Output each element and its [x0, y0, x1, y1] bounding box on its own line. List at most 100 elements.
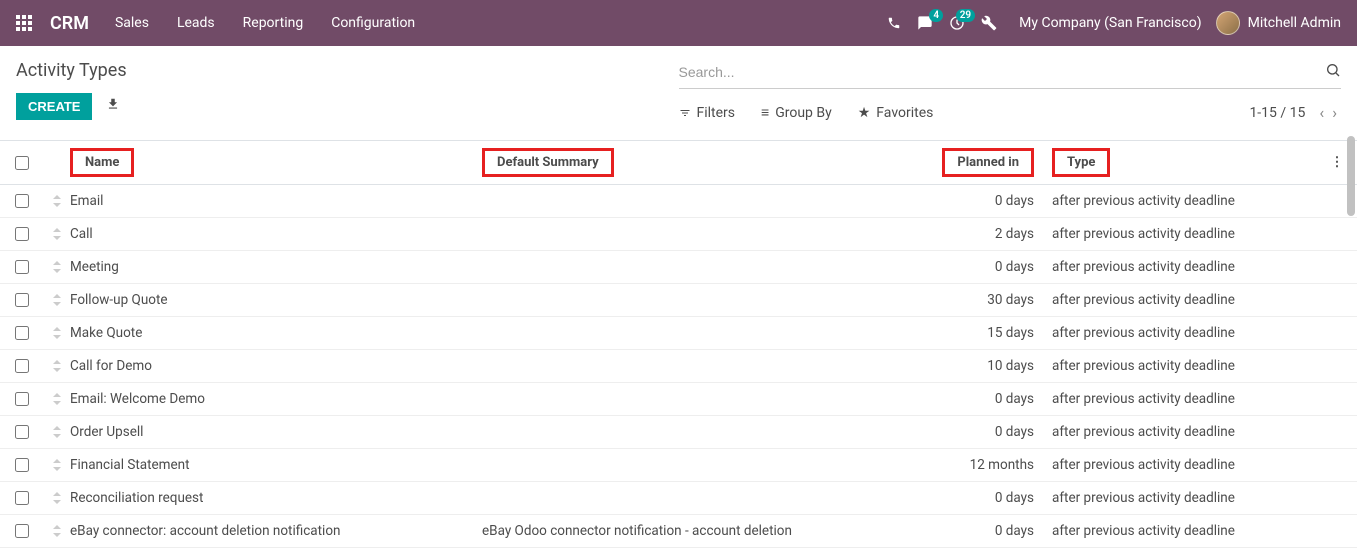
column-summary[interactable]: Default Summary: [482, 148, 614, 177]
scrollbar[interactable]: [1341, 46, 1357, 534]
drag-handle-icon[interactable]: [44, 360, 70, 372]
row-checkbox[interactable]: [15, 524, 29, 538]
groupby-label: Group By: [775, 105, 832, 121]
search-bar[interactable]: [679, 60, 1342, 89]
table-row[interactable]: Email 0 daysafter previous activity deadl…: [0, 185, 1357, 218]
pager-next-icon[interactable]: ›: [1328, 103, 1341, 122]
download-icon[interactable]: [106, 97, 120, 111]
activities-icon[interactable]: 29: [949, 15, 965, 31]
drag-handle-icon[interactable]: [44, 492, 70, 504]
topbar: CRM Sales Leads Reporting Configuration …: [0, 0, 1357, 46]
table-row[interactable]: eBay connector: account deletion notific…: [0, 515, 1357, 548]
cell-name: Financial Statement: [70, 457, 482, 473]
cell-planned: 0 days: [932, 424, 1042, 440]
table-header: Name Default Summary Planned in Type ⋮: [0, 141, 1357, 185]
table-row[interactable]: Follow-up Quote 30 daysafter previous act…: [0, 284, 1357, 317]
cell-planned: 15 days: [932, 325, 1042, 341]
cell-name: Email: [70, 193, 482, 209]
table-row[interactable]: Meeting0 daysafter previous activity dea…: [0, 251, 1357, 284]
drag-handle-icon[interactable]: [44, 393, 70, 405]
create-button[interactable]: CREATE: [16, 93, 92, 120]
cell-type: after previous activity deadline: [1042, 358, 1317, 374]
cell-summary: eBay Odoo connector notification - accou…: [482, 523, 932, 539]
cell-planned: 0 days: [932, 259, 1042, 275]
debug-icon[interactable]: [981, 15, 997, 31]
star-icon: ★: [858, 105, 871, 121]
messages-icon[interactable]: 4: [917, 15, 933, 31]
page-title: Activity Types: [16, 60, 679, 81]
search-icon[interactable]: [1325, 62, 1341, 82]
list-icon: ≡: [761, 104, 769, 121]
control-panel: Activity Types CREATE Filters ≡ Group By…: [0, 46, 1357, 122]
cell-name: eBay connector: account deletion notific…: [70, 523, 482, 539]
nav-leads[interactable]: Leads: [177, 15, 215, 31]
cell-type: after previous activity deadline: [1042, 226, 1317, 242]
drag-handle-icon[interactable]: [44, 261, 70, 273]
table-row[interactable]: Order Upsell0 daysafter previous activit…: [0, 416, 1357, 449]
cell-type: after previous activity deadline: [1042, 292, 1317, 308]
cell-type: after previous activity deadline: [1042, 391, 1317, 407]
row-checkbox[interactable]: [15, 458, 29, 472]
nav-sales[interactable]: Sales: [115, 15, 149, 31]
drag-handle-icon[interactable]: [44, 294, 70, 306]
activities-badge: 29: [956, 9, 975, 22]
row-checkbox[interactable]: [15, 293, 29, 307]
row-checkbox[interactable]: [15, 359, 29, 373]
row-checkbox[interactable]: [15, 326, 29, 340]
cell-type: after previous activity deadline: [1042, 523, 1317, 539]
cell-name: Follow-up Quote: [70, 292, 482, 308]
company-selector[interactable]: My Company (San Francisco): [1019, 15, 1201, 31]
row-checkbox[interactable]: [15, 194, 29, 208]
column-type[interactable]: Type: [1052, 148, 1110, 177]
row-checkbox[interactable]: [15, 491, 29, 505]
cell-type: after previous activity deadline: [1042, 325, 1317, 341]
table-row[interactable]: Call 2 daysafter previous activity deadli…: [0, 218, 1357, 251]
list-view: Name Default Summary Planned in Type ⋮ E…: [0, 140, 1357, 548]
cell-type: after previous activity deadline: [1042, 424, 1317, 440]
drag-handle-icon[interactable]: [44, 525, 70, 537]
drag-handle-icon[interactable]: [44, 195, 70, 207]
cell-type: after previous activity deadline: [1042, 490, 1317, 506]
cell-name: Call for Demo: [70, 358, 482, 374]
nav-configuration[interactable]: Configuration: [331, 15, 415, 31]
brand-title[interactable]: CRM: [50, 13, 89, 34]
cell-name: Meeting: [70, 259, 482, 275]
favorites-label: Favorites: [876, 105, 933, 121]
select-all-checkbox[interactable]: [15, 156, 29, 170]
row-checkbox[interactable]: [15, 392, 29, 406]
table-row[interactable]: Email: Welcome Demo 0 daysafter previous …: [0, 383, 1357, 416]
table-row[interactable]: Call for Demo10 daysafter previous activ…: [0, 350, 1357, 383]
cell-type: after previous activity deadline: [1042, 193, 1317, 209]
apps-icon[interactable]: [16, 15, 32, 31]
cell-planned: 0 days: [932, 490, 1042, 506]
phone-icon[interactable]: [887, 16, 901, 30]
table-row[interactable]: Financial Statement12 monthsafter previo…: [0, 449, 1357, 482]
drag-handle-icon[interactable]: [44, 426, 70, 438]
table-row[interactable]: Make Quote15 daysafter previous activity…: [0, 317, 1357, 350]
row-checkbox[interactable]: [15, 425, 29, 439]
drag-handle-icon[interactable]: [44, 228, 70, 240]
row-checkbox[interactable]: [15, 260, 29, 274]
groupby-menu[interactable]: ≡ Group By: [761, 104, 832, 121]
cell-name: Call: [70, 226, 482, 242]
cell-planned: 0 days: [932, 193, 1042, 209]
drag-handle-icon[interactable]: [44, 327, 70, 339]
cell-name: Email: Welcome Demo: [70, 391, 482, 407]
drag-handle-icon[interactable]: [44, 459, 70, 471]
nav-reporting[interactable]: Reporting: [243, 15, 304, 31]
table-row[interactable]: Reconciliation request0 daysafter previo…: [0, 482, 1357, 515]
pager-prev-icon[interactable]: ‹: [1315, 103, 1328, 122]
search-input[interactable]: [679, 60, 1326, 84]
favorites-menu[interactable]: ★ Favorites: [858, 105, 934, 121]
column-name[interactable]: Name: [70, 148, 134, 177]
row-checkbox[interactable]: [15, 227, 29, 241]
cell-planned: 0 days: [932, 391, 1042, 407]
column-planned[interactable]: Planned in: [942, 148, 1034, 177]
cell-planned: 0 days: [932, 523, 1042, 539]
filters-menu[interactable]: Filters: [679, 105, 736, 121]
cell-planned: 30 days: [932, 292, 1042, 308]
pager-text[interactable]: 1-15 / 15: [1249, 105, 1305, 121]
user-menu[interactable]: Mitchell Admin: [1216, 11, 1341, 35]
avatar: [1216, 11, 1240, 35]
cell-planned: 2 days: [932, 226, 1042, 242]
